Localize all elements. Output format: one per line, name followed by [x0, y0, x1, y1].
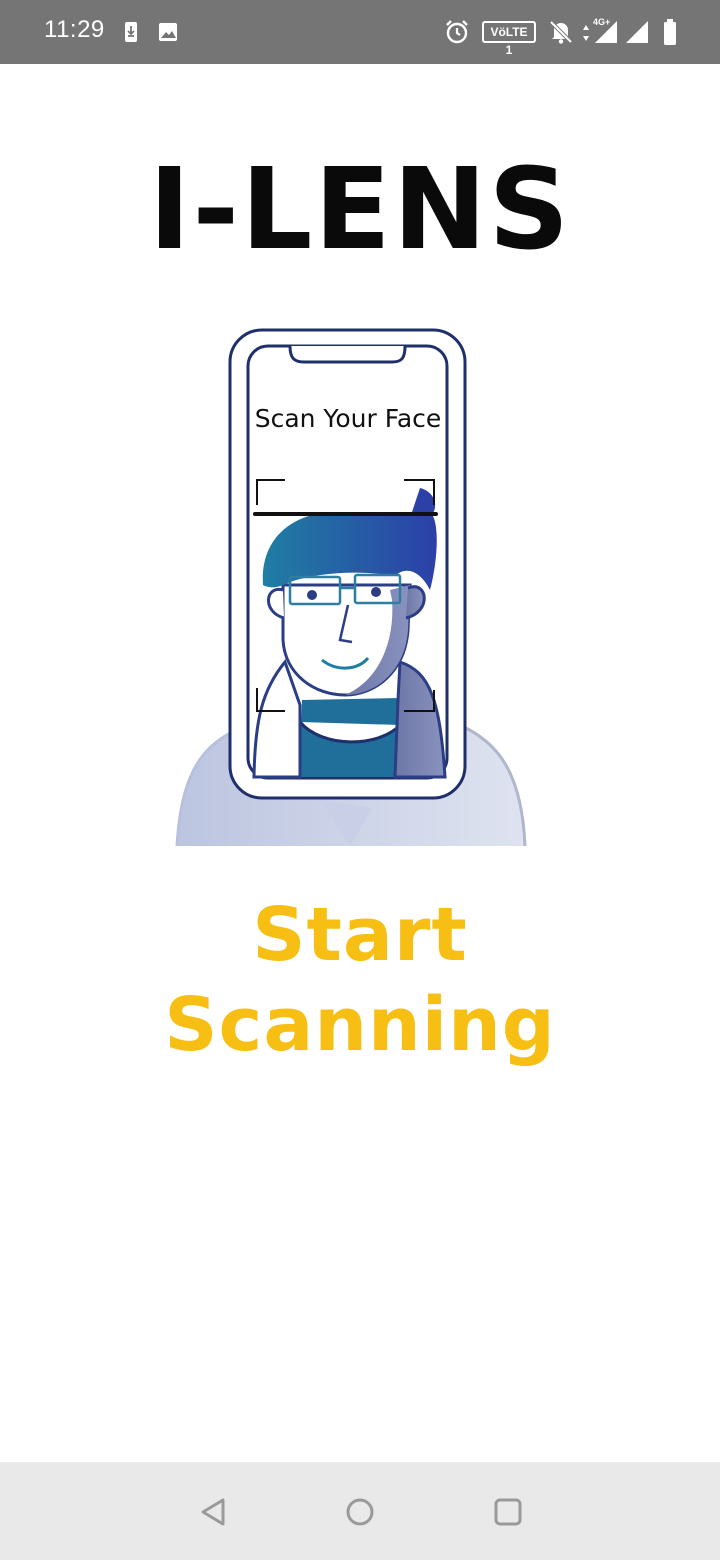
bell-muted-icon: [549, 20, 573, 44]
app-title: I-LENS: [148, 145, 572, 275]
scan-your-face-caption: Scan Your Face: [254, 404, 442, 433]
back-icon[interactable]: [196, 1494, 232, 1530]
signal-icon: [626, 21, 648, 43]
recents-icon[interactable]: [490, 1494, 526, 1530]
data-arrows-icon: [583, 25, 589, 41]
start-scanning-button[interactable]: Start Scanning: [60, 890, 660, 1070]
status-time: 11:29: [44, 16, 105, 43]
status-bar: 11:29 VöLTE 1 4G+: [0, 0, 720, 64]
signal-4g-icon: [595, 21, 617, 43]
image-notification-icon: [159, 23, 177, 41]
alarm-icon: [446, 20, 468, 44]
battery-icon: [664, 19, 676, 45]
volte-icon: VöLTE 1: [482, 21, 536, 57]
navigation-bar: [0, 1462, 720, 1560]
home-icon[interactable]: [342, 1494, 378, 1530]
download-notification-icon: [125, 22, 137, 42]
